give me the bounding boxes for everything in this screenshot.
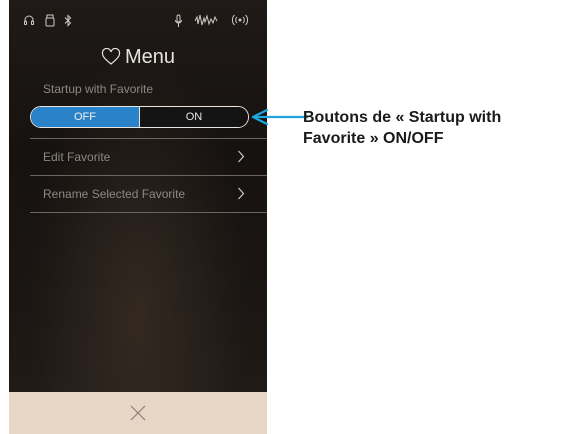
microphone-icon	[174, 14, 183, 31]
headphones-icon	[23, 14, 35, 29]
off-button[interactable]: OFF	[31, 107, 140, 127]
menu-list: Edit Favorite Rename Selected Favorite	[30, 138, 267, 213]
callout-annotation: Boutons de « Startup with Favorite » ON/…	[303, 109, 502, 147]
chevron-right-icon	[237, 187, 245, 205]
bottom-bar	[9, 392, 267, 434]
startup-with-favorite-label: Startup with Favorite	[43, 82, 154, 96]
wireless-icon	[231, 14, 249, 29]
usb-icon	[45, 14, 55, 30]
bluetooth-icon	[64, 14, 72, 30]
menu-title: Menu	[9, 44, 267, 73]
heart-icon	[101, 47, 121, 73]
callout-arrow	[251, 108, 308, 125]
close-icon[interactable]	[128, 403, 148, 423]
status-bar	[9, 0, 267, 36]
menu-title-text: Menu	[124, 46, 176, 68]
chevron-right-icon	[237, 150, 245, 168]
phone-screen: Menu Startup with Favorite OFF ON Edit F…	[9, 0, 267, 434]
list-item-edit-favorite[interactable]: Edit Favorite	[30, 138, 267, 175]
startup-with-favorite-toggle[interactable]: OFF ON	[30, 106, 249, 128]
list-item-label: Rename Selected Favorite	[43, 187, 186, 201]
list-item-label: Edit Favorite	[43, 150, 111, 164]
list-item-rename-selected-favorite[interactable]: Rename Selected Favorite	[30, 175, 267, 213]
on-button[interactable]: ON	[140, 107, 248, 127]
sound-wave-icon	[194, 14, 218, 29]
